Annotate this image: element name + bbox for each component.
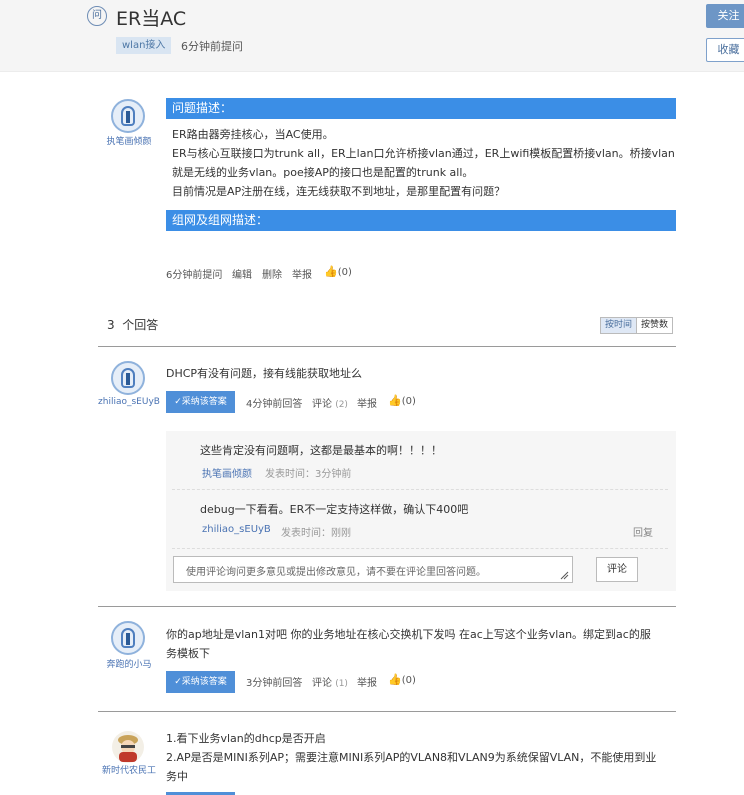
avatar[interactable] bbox=[111, 361, 145, 395]
comment-user[interactable]: zhiliao_sEUyB bbox=[202, 524, 271, 535]
worker-avatar-icon[interactable] bbox=[111, 730, 145, 764]
comment-text: debug一下看看。ER不一定支持这样做，确认下400吧 bbox=[200, 503, 469, 516]
follow-button[interactable]: 关注 bbox=[706, 4, 744, 28]
comment-divider bbox=[172, 489, 668, 490]
thumbs-up-icon: 👍 bbox=[388, 673, 402, 686]
answer-time: 4分钟前回答 bbox=[246, 399, 303, 410]
description-line: 就是无线的业务vlan。poe接AP的接口也是配置的trunk all。 bbox=[172, 166, 474, 179]
reply-link[interactable]: 回复 bbox=[633, 524, 653, 539]
answer-text: 务模板下 bbox=[166, 647, 210, 660]
answer-text: 1.看下业务vlan的dhcp是否开启 bbox=[166, 732, 326, 745]
like-count: (0) bbox=[401, 396, 416, 407]
report-link[interactable]: 举报 bbox=[357, 674, 377, 689]
answer-time: 3分钟前回答 bbox=[246, 678, 303, 689]
answers-count: 3 个回答 bbox=[107, 318, 159, 332]
thumbs-up-icon: 👍 bbox=[324, 265, 338, 278]
problem-description-heading: 问题描述： bbox=[166, 98, 676, 119]
comment-link[interactable]: 评论 (1) bbox=[312, 674, 348, 689]
sort-by-time-button[interactable]: 按时间 bbox=[601, 318, 638, 333]
edit-link[interactable]: 编辑 bbox=[232, 266, 252, 281]
comment-time: 发表时间：3分钟前 bbox=[265, 469, 352, 480]
comment-user[interactable]: 执笔画倾颜 bbox=[202, 465, 252, 480]
like-button[interactable]: 👍(0) bbox=[324, 265, 352, 278]
divider bbox=[98, 346, 676, 347]
comment-time: 发表时间：刚刚 bbox=[281, 528, 351, 539]
report-link[interactable]: 举报 bbox=[357, 395, 377, 410]
comment-divider bbox=[172, 548, 668, 549]
like-count: (0) bbox=[337, 267, 352, 278]
delete-link[interactable]: 删除 bbox=[262, 266, 282, 281]
resize-handle-icon[interactable] bbox=[559, 570, 569, 580]
accept-answer-button[interactable]: ✓采纳该答案 bbox=[166, 671, 235, 693]
like-count: (0) bbox=[401, 675, 416, 686]
question-tag[interactable]: wlan接入 bbox=[116, 37, 172, 54]
collect-button[interactable]: 收藏 bbox=[706, 38, 744, 62]
network-description-heading: 组网及组网描述： bbox=[166, 210, 676, 231]
question-header: 问 ER当AC wlan接入 6分钟前提问 关注 收藏 bbox=[0, 0, 744, 72]
description-line: 目前情况是AP注册在线，连无线获取不到地址，是那里配置有问题？ bbox=[172, 185, 506, 198]
comment-text: 这些肯定没有问题啊，这都是最基本的啊！！！！ bbox=[200, 444, 442, 457]
submit-comment-button[interactable]: 评论 bbox=[596, 557, 638, 582]
answer-text: 2.AP是否是MINI系列AP；需要注意MINI系列AP的VLAN8和VLAN9… bbox=[166, 751, 657, 764]
answer-text: 你的ap地址是vlan1对吧 你的业务地址在核心交换机下发吗 在ac上写这个业务… bbox=[166, 628, 651, 641]
question-time: 6分钟前提问 bbox=[181, 40, 243, 53]
question-badge-icon: 问 bbox=[87, 6, 107, 26]
sort-toggle: 按时间 按赞数 bbox=[600, 317, 674, 334]
like-button[interactable]: 👍(0) bbox=[388, 673, 416, 686]
sort-by-likes-button[interactable]: 按赞数 bbox=[637, 318, 673, 333]
answer-text: 务中 bbox=[166, 770, 188, 783]
answer-text: DHCP有没有问题，接有线能获取地址么 bbox=[166, 367, 363, 380]
divider bbox=[98, 606, 676, 607]
answer-author[interactable]: 奔跑的小马 bbox=[100, 657, 158, 670]
comment-link[interactable]: 评论 (2) bbox=[312, 395, 348, 410]
question-meta-time: 6分钟前提问 bbox=[166, 270, 223, 281]
comment-input[interactable]: 使用评论询问更多意见或提出修改意见，请不要在评论里回答问题。 bbox=[173, 556, 573, 583]
accept-answer-button[interactable]: ✓采纳该答案 bbox=[166, 391, 235, 413]
question-author[interactable]: 执笔画倾颜 bbox=[100, 134, 158, 147]
divider bbox=[98, 711, 676, 712]
avatar[interactable] bbox=[111, 99, 145, 133]
thumbs-up-icon: 👍 bbox=[388, 394, 402, 407]
avatar[interactable] bbox=[111, 621, 145, 655]
report-link[interactable]: 举报 bbox=[292, 266, 312, 281]
question-title: ER当AC bbox=[116, 8, 187, 30]
answer-author[interactable]: 新时代农民工 bbox=[100, 763, 158, 776]
answer-author[interactable]: zhiliao_sEUyB bbox=[98, 397, 160, 407]
like-button[interactable]: 👍(0) bbox=[388, 394, 416, 407]
description-line: ER与核心互联接口为trunk all，ER上lan口允许桥接vlan通过，ER… bbox=[172, 147, 675, 160]
description-line: ER路由器旁挂核心，当AC使用。 bbox=[172, 128, 334, 141]
